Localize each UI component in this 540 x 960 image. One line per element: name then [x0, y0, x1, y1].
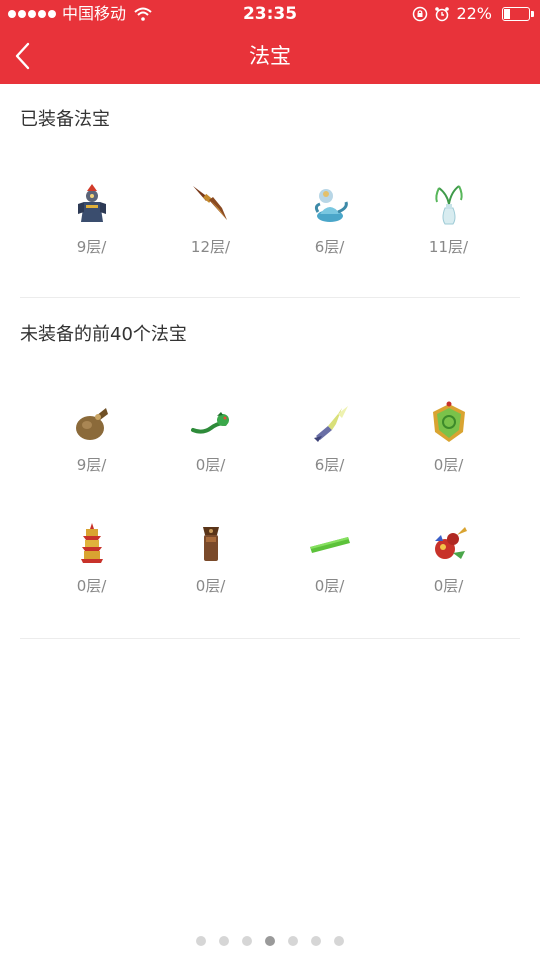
genie-lamp-icon	[314, 189, 348, 222]
pagoda-icon	[80, 523, 103, 563]
item-level: 0层/	[433, 456, 464, 474]
item-level: 9层/	[76, 456, 107, 474]
equipped-grid: 9层/ 12层/ 6层/ 11层/	[32, 182, 508, 257]
page-dot[interactable]	[288, 936, 298, 946]
unequipped-item[interactable]: 0层/	[389, 521, 508, 596]
item-level: 0层/	[195, 577, 226, 595]
item-level: 0层/	[314, 577, 345, 595]
jade-dragon-icon	[190, 412, 229, 434]
back-button[interactable]	[8, 38, 44, 74]
alarm-icon	[435, 7, 450, 22]
top-bar: 中国移动 23:35 22% 法宝	[0, 0, 540, 84]
item-level: 12层/	[190, 238, 231, 256]
item-level: 0层/	[76, 577, 107, 595]
item-level: 0层/	[433, 577, 464, 595]
item-level: 6层/	[314, 456, 345, 474]
unequipped-section-title: 未装备的前40个法宝	[20, 324, 187, 345]
status-bar: 中国移动 23:35 22%	[0, 0, 540, 28]
unequipped-item[interactable]: 0层/	[151, 400, 270, 475]
willow-vase-icon	[434, 185, 463, 225]
battery-icon	[502, 7, 534, 21]
item-level: 0层/	[195, 456, 226, 474]
page-title: 法宝	[249, 44, 291, 68]
page-indicator[interactable]	[0, 936, 540, 946]
equipped-item[interactable]: 12层/	[151, 182, 270, 257]
battery-percent: 22%	[456, 4, 492, 23]
page-dot[interactable]	[242, 936, 252, 946]
equipped-section-title: 已装备法宝	[20, 109, 110, 130]
page-dot[interactable]	[334, 936, 344, 946]
battery-fill	[504, 9, 510, 19]
unequipped-item[interactable]: 0层/	[151, 521, 270, 596]
bronze-seal-icon	[202, 527, 219, 561]
unequipped-item[interactable]: 0层/	[270, 521, 389, 596]
unequipped-grid: 9层/ 0层/ 6层/ 0层/ 0层/ 0层/ 0层/ 0层/	[32, 400, 508, 596]
page-dot[interactable]	[219, 936, 229, 946]
unequipped-item[interactable]: 0层/	[32, 521, 151, 596]
magic-gourd-icon	[434, 527, 467, 559]
lightning-blade-icon	[313, 406, 348, 442]
unequipped-item[interactable]: 0层/	[389, 400, 508, 475]
unequipped-item[interactable]: 6层/	[270, 400, 389, 475]
rotation-lock-icon	[413, 6, 428, 22]
equipped-item[interactable]: 6层/	[270, 182, 389, 257]
page-dot[interactable]	[265, 936, 275, 946]
nav-bar: 法宝	[0, 28, 540, 84]
status-right: 22%	[412, 0, 534, 28]
green-ruler-icon	[309, 537, 350, 553]
item-level: 9层/	[76, 238, 107, 256]
page-dot[interactable]	[311, 936, 321, 946]
equipped-item[interactable]: 11层/	[389, 182, 508, 257]
armored-warrior-icon	[77, 184, 106, 222]
money-bag-icon	[75, 408, 108, 440]
item-level: 11层/	[428, 238, 469, 256]
section-divider	[20, 297, 520, 298]
section-divider	[20, 638, 520, 639]
dagger-icon	[192, 186, 227, 220]
equipped-item[interactable]: 9层/	[32, 182, 151, 257]
item-level: 6层/	[314, 238, 345, 256]
jade-token-icon	[432, 401, 465, 442]
unequipped-item[interactable]: 9层/	[32, 400, 151, 475]
page-dot[interactable]	[196, 936, 206, 946]
